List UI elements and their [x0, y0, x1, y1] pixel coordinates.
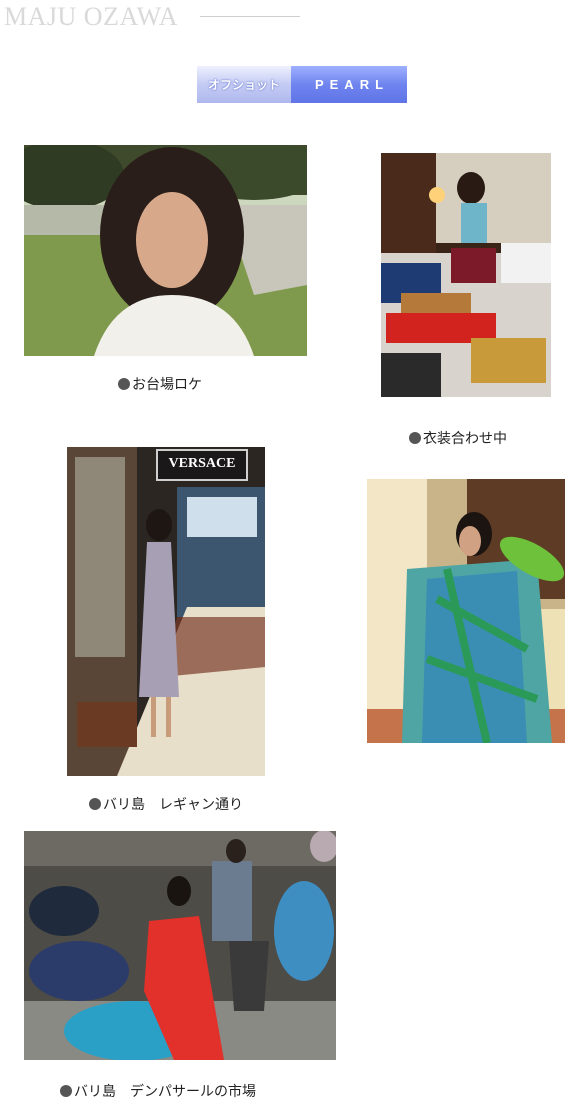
photo-green-shawl[interactable]	[367, 479, 565, 743]
photo-legian-street-image	[67, 447, 265, 776]
tab-pearl[interactable]: PEARL	[291, 66, 407, 103]
bullet-icon	[60, 1085, 72, 1097]
site-header: MAJU OZAWA	[2, 0, 302, 32]
caption-costume-fitting: 衣装合わせ中	[409, 428, 507, 448]
caption-legian-street: バリ島 レギャン通り	[89, 794, 243, 814]
sign-versace: VERSACE	[168, 456, 236, 471]
gallery-tabs: オフショット PEARL	[197, 66, 407, 103]
caption-odaiba: お台場ロケ	[118, 374, 202, 394]
photo-legian-street[interactable]: VERSACE	[67, 447, 265, 776]
bullet-icon	[118, 378, 130, 390]
site-logo[interactable]: MAJU OZAWA	[4, 2, 178, 32]
header-rule	[200, 16, 300, 17]
photo-denpasar-market-image	[24, 831, 336, 1060]
bullet-icon	[89, 798, 101, 810]
tab-offshot[interactable]: オフショット	[197, 66, 291, 103]
photo-odaiba[interactable]	[24, 145, 307, 356]
photo-green-shawl-image	[367, 479, 565, 743]
photo-costume-fitting[interactable]	[381, 153, 551, 397]
photo-denpasar-market[interactable]	[24, 831, 336, 1060]
page: MAJU OZAWA オフショット PEARL お台場ロケ 衣装合わせ中 VER…	[0, 0, 576, 1108]
photo-odaiba-image	[24, 145, 307, 356]
caption-denpasar-market: バリ島 デンパサールの市場	[60, 1081, 256, 1101]
photo-costume-fitting-image	[381, 153, 551, 397]
bullet-icon	[409, 432, 421, 444]
